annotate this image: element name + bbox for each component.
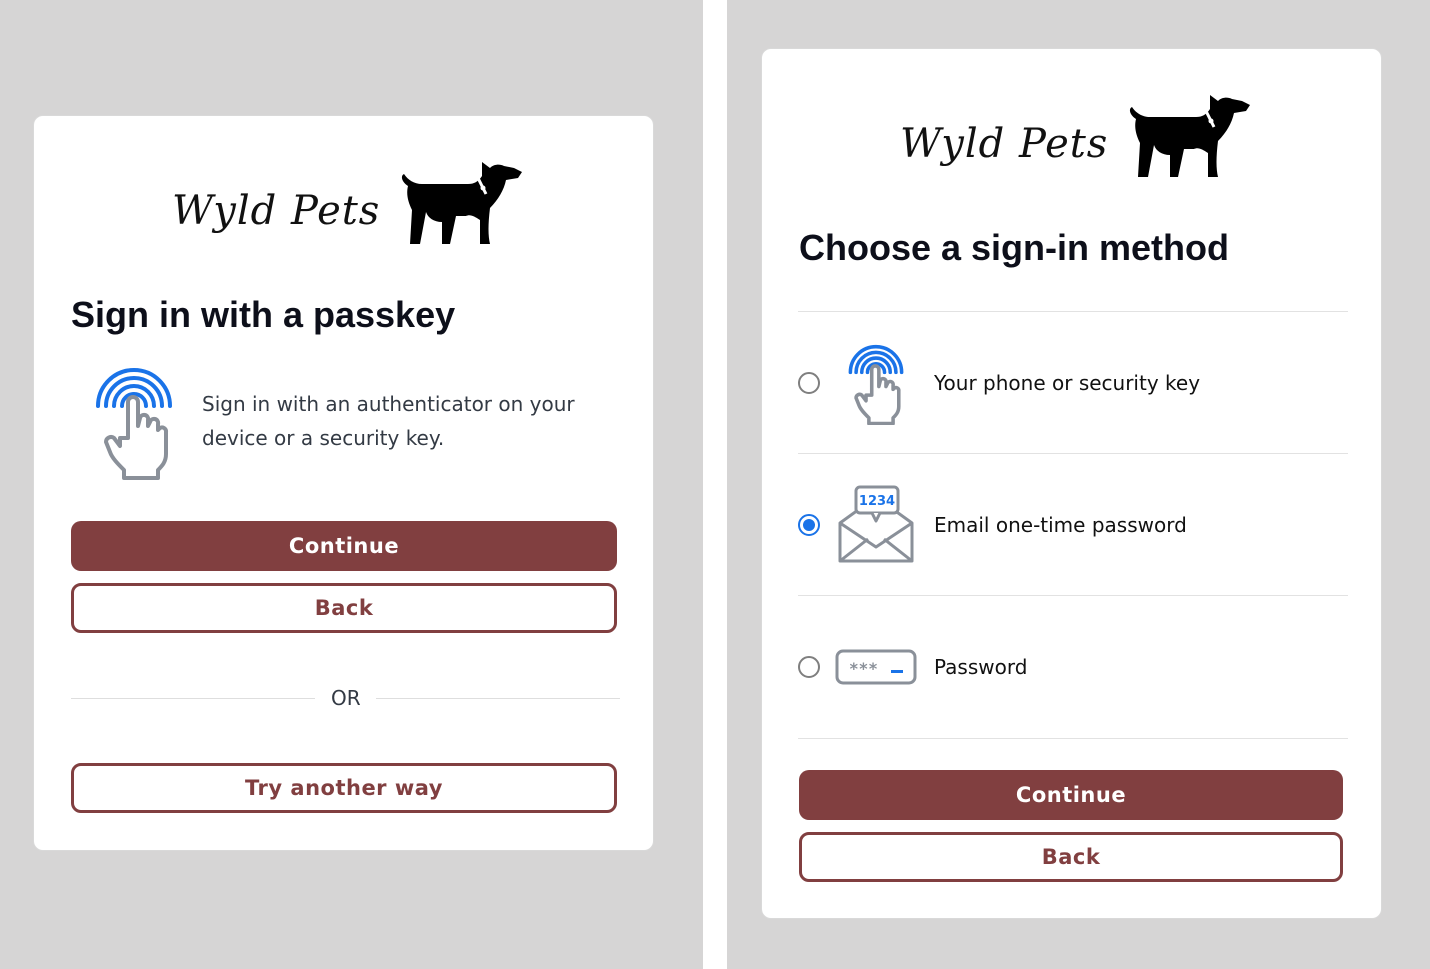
passkey-description: Sign in with an authenticator on your de…	[202, 387, 575, 455]
option-separator	[798, 738, 1348, 739]
brand-logo: Wyld Pets	[900, 87, 1252, 183]
radio-phone-security-key[interactable]	[798, 372, 820, 394]
password-mask-text: ***	[849, 659, 878, 678]
dog-icon	[402, 162, 523, 244]
try-another-way-button[interactable]: Try another way	[71, 763, 617, 813]
option-label: Password	[934, 655, 1028, 679]
or-divider-right	[376, 698, 620, 699]
otp-code-text: 1234	[859, 494, 895, 509]
fingerprint-touch-icon	[834, 341, 918, 425]
option-label: Email one-time password	[934, 513, 1187, 537]
option-phone-security-key[interactable]: Your phone or security key	[798, 312, 1348, 454]
brand-name: Wyld Pets	[900, 121, 1109, 167]
description-line-2: device or a security key.	[202, 426, 445, 450]
back-button[interactable]: Back	[799, 832, 1343, 882]
radio-password[interactable]	[798, 656, 820, 678]
option-email-otp[interactable]: 1234 Email one-time password	[798, 454, 1348, 596]
radio-email-otp[interactable]	[798, 514, 820, 536]
option-password[interactable]: *** Password	[798, 596, 1348, 738]
continue-button[interactable]: Continue	[799, 770, 1343, 820]
or-divider-left	[71, 698, 315, 699]
description-line-1: Sign in with an authenticator on your	[202, 392, 575, 416]
option-label: Your phone or security key	[934, 371, 1201, 395]
password-field-icon: ***	[834, 625, 918, 709]
or-label: OR	[331, 686, 361, 710]
brand-logo: Wyld Pets	[172, 154, 524, 250]
continue-button[interactable]: Continue	[71, 521, 617, 571]
page-title: Choose a sign-in method	[799, 227, 1230, 268]
fingerprint-touch-icon	[96, 368, 172, 480]
signin-method-card: Wyld Pets Choose a sign-in method Your p…	[761, 48, 1382, 919]
email-otp-icon: 1234	[834, 483, 918, 567]
page-title: Sign in with a passkey	[71, 294, 456, 335]
passkey-signin-card: Wyld Pets Sign in with a passkey Sign in…	[33, 115, 654, 851]
brand-name: Wyld Pets	[172, 188, 381, 234]
back-button[interactable]: Back	[71, 583, 617, 633]
dog-icon	[1130, 95, 1251, 177]
